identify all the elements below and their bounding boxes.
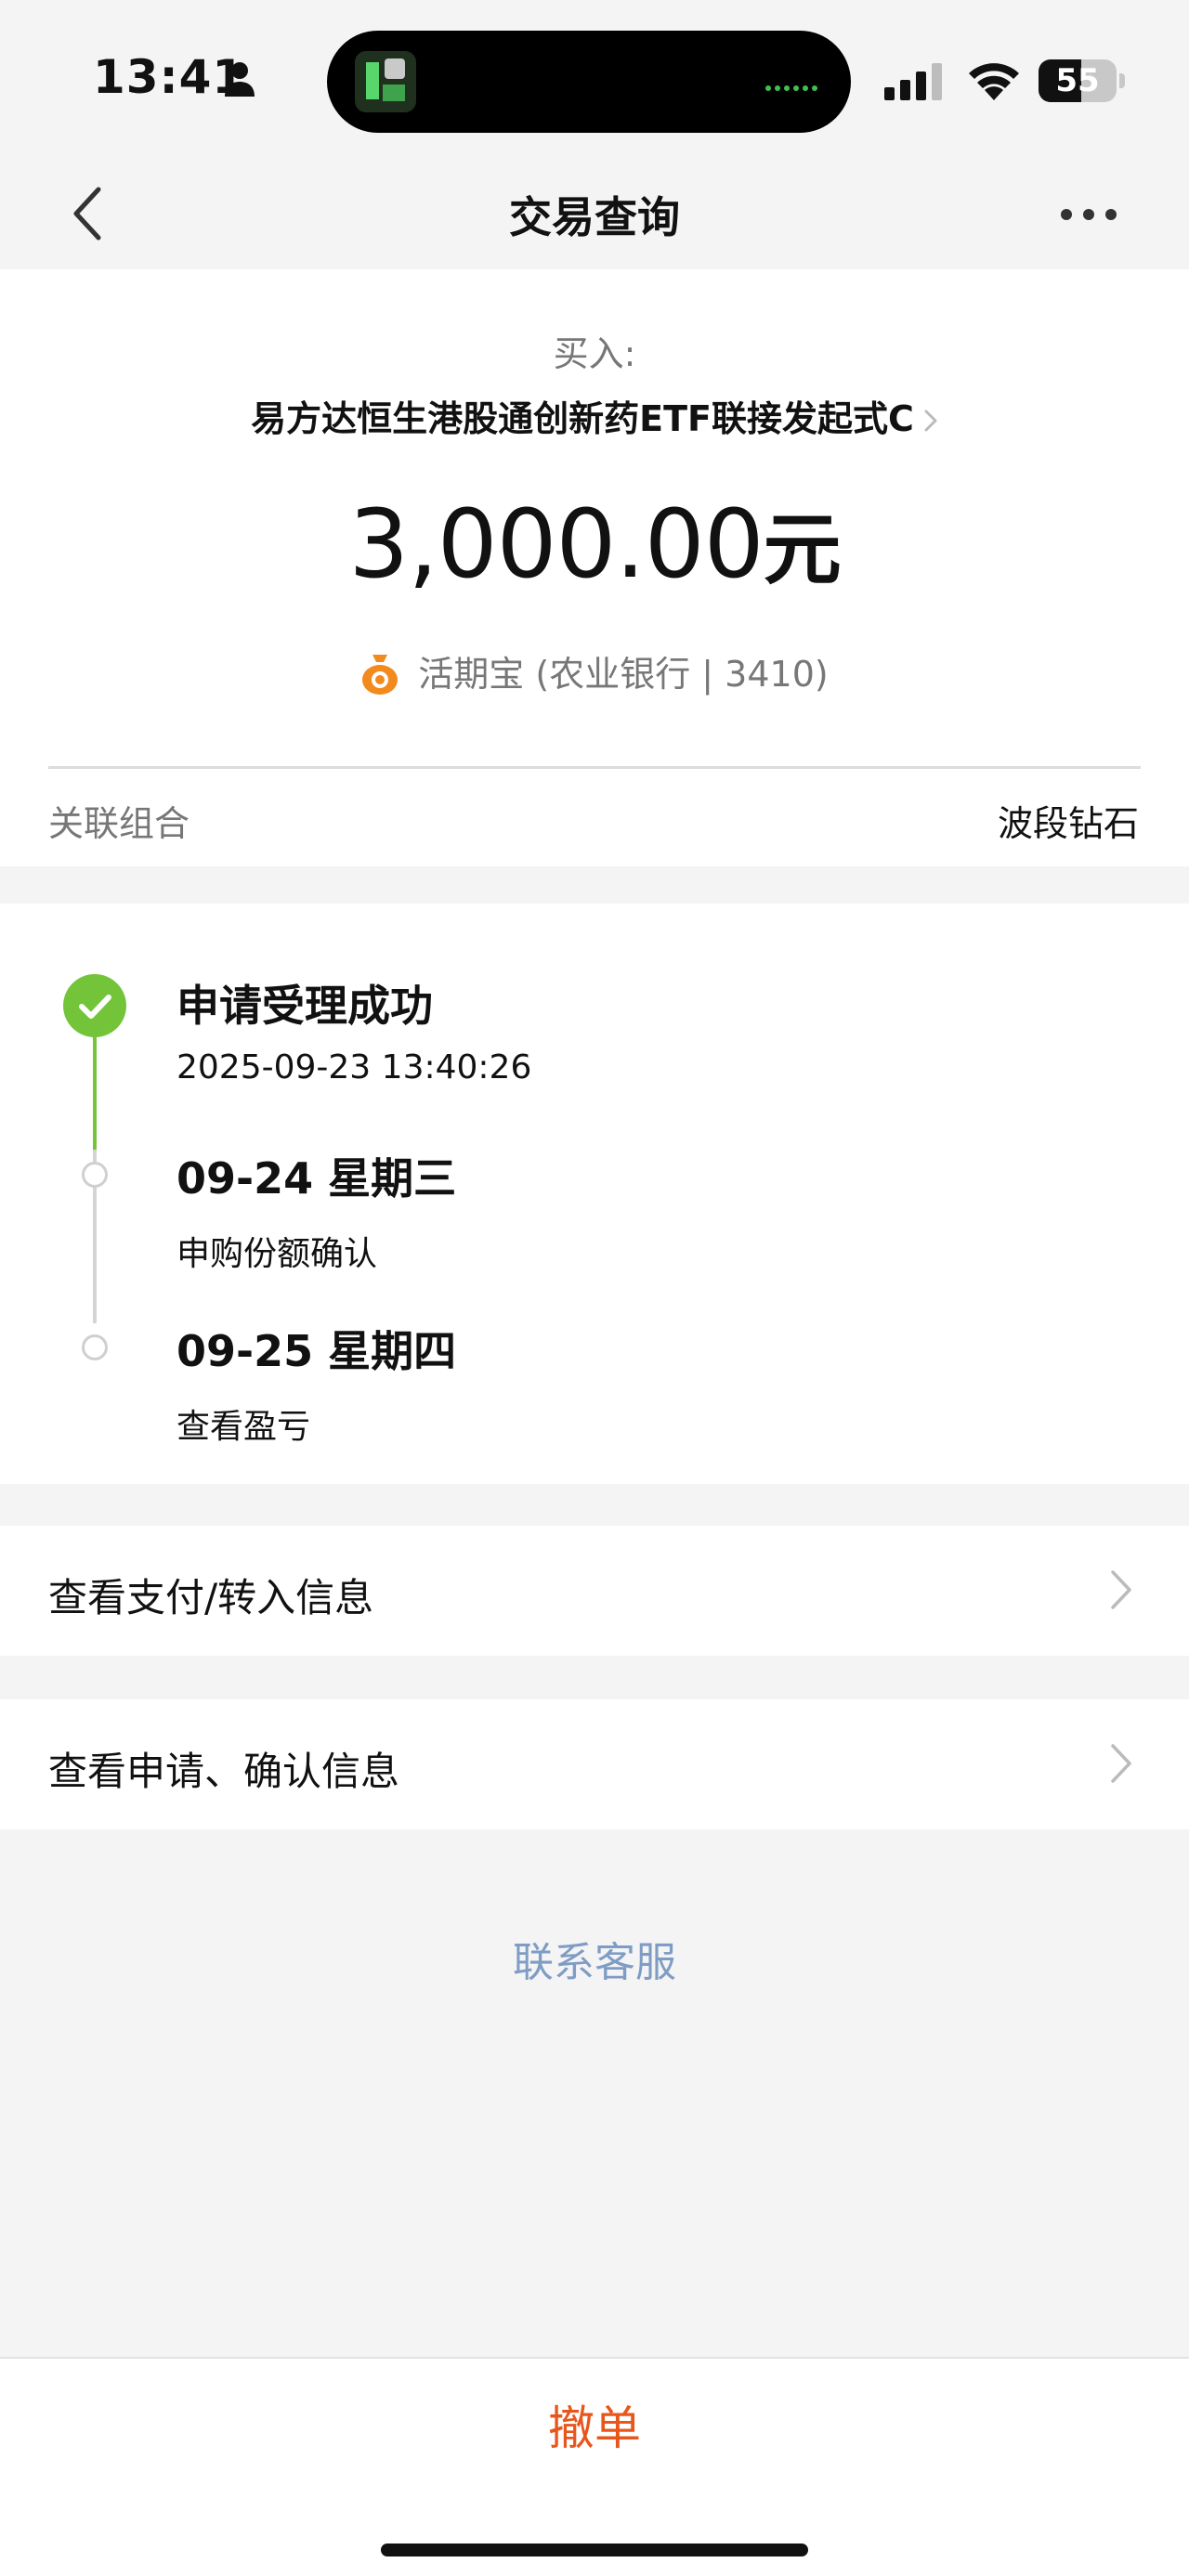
amount-unit: 元 <box>763 504 842 595</box>
check-circle-icon <box>63 974 126 1037</box>
more-dots-icon <box>1061 209 1072 220</box>
chevron-right-icon <box>924 410 937 432</box>
now-playing-thumbnail[interactable] <box>355 51 416 112</box>
progress-timeline: 申请受理成功 2025-09-23 13:40:26 09-24 星期三 申购份… <box>0 904 1189 1484</box>
fund-name: 易方达恒生港股通创新药ETF联接发起式C <box>251 398 914 439</box>
timeline-step-subtitle: 申购份额确认 <box>176 1235 378 1273</box>
payment-method-text: 活期宝 (农业银行 | 3410) <box>418 654 829 695</box>
divider <box>48 766 1141 769</box>
timeline-step-subtitle: 2025-09-23 13:40:26 <box>176 1048 532 1086</box>
link-label: 查看申请、确认信息 <box>48 1749 400 1794</box>
timeline-dot-icon <box>82 1334 108 1360</box>
chevron-right-icon <box>1111 1570 1131 1609</box>
battery-icon: 55 <box>1039 59 1125 102</box>
application-info-link[interactable]: 查看申请、确认信息 <box>0 1699 1189 1829</box>
timeline-step-title: 09-24 星期三 <box>176 1153 457 1203</box>
signal-icon <box>884 63 942 100</box>
payment-info-link[interactable]: 查看支付/转入信息 <box>0 1526 1189 1656</box>
cancel-order-button[interactable]: 撤单 <box>0 2359 1189 2498</box>
timeline-step-subtitle: 查看盈亏 <box>176 1408 311 1446</box>
page-title: 交易查询 <box>509 192 680 242</box>
fund-link[interactable]: 易方达恒生港股通创新药ETF联接发起式C <box>0 390 1189 441</box>
wifi-icon <box>969 63 1019 100</box>
link-label: 查看支付/转入信息 <box>48 1575 374 1620</box>
combo-value: 波段钻石 <box>997 803 1139 844</box>
more-button[interactable] <box>1050 189 1128 238</box>
contact-support-link[interactable]: 联系客服 <box>0 1929 1189 1988</box>
bottom-action-bar: 撤单 <box>0 2357 1189 2576</box>
audio-waveform-icon <box>765 77 825 91</box>
nav-bar: 交易查询 <box>0 158 1189 269</box>
combo-label: 关联组合 <box>48 803 190 844</box>
amount-number: 3,000.00 <box>348 489 764 600</box>
buy-label: 买入: <box>553 333 636 374</box>
timeline-dot-icon <box>82 1162 108 1188</box>
home-indicator[interactable] <box>381 2543 808 2556</box>
payment-method: 活期宝 (农业银行 | 3410) <box>0 645 1189 696</box>
trade-query-page: 13:41 55 交易查询 买入: 易方达恒生港股通创新药ETF联接发起式C 3… <box>0 0 1189 2576</box>
trade-summary-card: 买入: 易方达恒生港股通创新药ETF联接发起式C 3,000.00元 活期宝 (… <box>0 269 1189 866</box>
status-bar: 13:41 55 <box>0 0 1189 158</box>
money-bag-icon <box>362 655 399 695</box>
dynamic-island[interactable] <box>327 31 851 133</box>
chevron-right-icon <box>1111 1744 1131 1783</box>
trade-amount: 3,000.00元 <box>0 488 1189 600</box>
timeline-step-title: 09-25 星期四 <box>176 1326 457 1376</box>
timeline-step-title: 申请受理成功 <box>176 981 433 1031</box>
battery-percent: 55 <box>1055 62 1100 99</box>
person-icon <box>225 62 255 97</box>
